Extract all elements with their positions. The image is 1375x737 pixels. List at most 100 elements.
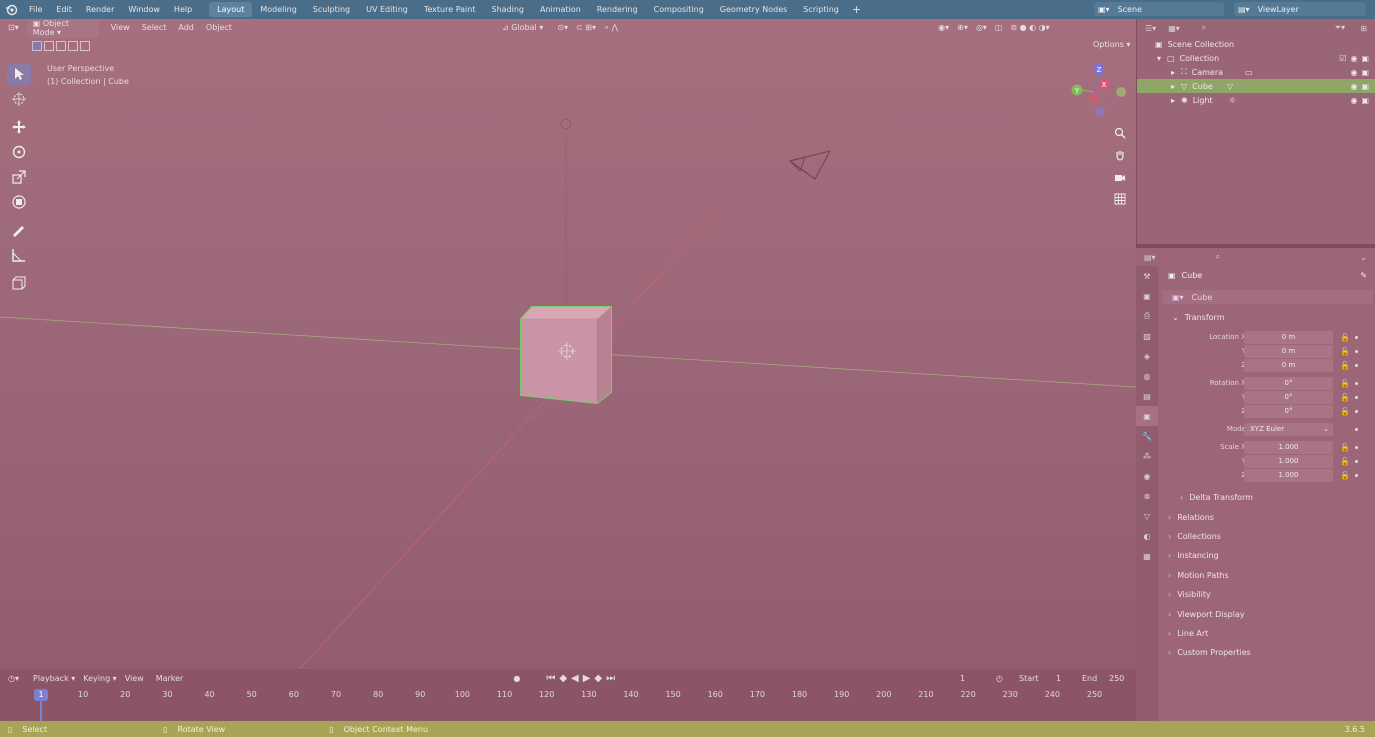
keyframe-dot-icon[interactable] xyxy=(1355,363,1358,367)
playback-controls[interactable]: ⏮◆◀▶◆⏭ xyxy=(546,673,619,684)
lock-icon[interactable]: 🔓 xyxy=(1340,347,1350,356)
transform-panel-header[interactable]: ⌄ Transform xyxy=(1162,308,1373,326)
view-layer-tab-icon[interactable]: ▨ xyxy=(1136,326,1158,346)
scene-tab-icon[interactable]: ◈ xyxy=(1136,346,1158,366)
rotation-mode-dropdown[interactable]: XYZ Euler ⌄ xyxy=(1244,422,1333,436)
menu-help[interactable]: Help xyxy=(167,5,199,14)
tab-uv-editing[interactable]: UV Editing xyxy=(358,2,416,17)
options-dropdown[interactable]: Options ▾ xyxy=(1093,40,1130,49)
clock-icon[interactable]: ◴ xyxy=(996,674,1003,683)
render-camera-icon[interactable]: ▣ xyxy=(1361,54,1369,63)
add-cube-tool[interactable] xyxy=(7,272,31,294)
tab-sculpting[interactable]: Sculpting xyxy=(305,2,358,17)
select-subtract-icon[interactable] xyxy=(56,41,66,51)
object-name-field[interactable]: ▣ Cube ✎ xyxy=(1162,266,1373,284)
location-x-field[interactable]: 0 m xyxy=(1244,330,1333,344)
rotation-y-field[interactable]: 0° xyxy=(1244,390,1333,404)
pivot-icon[interactable]: ⊙▾ xyxy=(557,23,568,32)
orientation-dropdown[interactable]: ⊿ Global ▾ xyxy=(502,23,543,32)
transform-tool[interactable] xyxy=(7,191,31,213)
custom-properties-panel[interactable]: › Custom Properties xyxy=(1162,643,1373,662)
world-tab-icon[interactable]: ◍ xyxy=(1136,366,1158,386)
annotate-tool[interactable] xyxy=(7,219,31,241)
menu-keying[interactable]: Keying ▾ xyxy=(83,674,116,683)
menu-file[interactable]: File xyxy=(22,5,49,14)
measure-tool[interactable] xyxy=(7,244,31,266)
chevron-down-icon[interactable]: ⌄ xyxy=(1360,253,1367,262)
tab-modeling[interactable]: Modeling xyxy=(252,2,304,17)
keyframe-dot-icon[interactable] xyxy=(1355,409,1358,413)
lock-icon[interactable]: 🔓 xyxy=(1340,443,1350,452)
pan-hand-icon[interactable] xyxy=(1110,145,1130,165)
tab-shading[interactable]: Shading xyxy=(483,2,532,17)
3d-viewport[interactable]: Z Y X ⊡▾ ▣ Object Mode ▾ View Select Add… xyxy=(0,19,1136,669)
scale-tool[interactable] xyxy=(7,166,31,188)
particles-tab-icon[interactable]: ⁂ xyxy=(1136,446,1158,466)
lock-icon[interactable]: 🔓 xyxy=(1340,457,1350,466)
pin-icon[interactable]: ✎ xyxy=(1360,271,1367,280)
data-tab-icon[interactable]: ▽ xyxy=(1136,506,1158,526)
line-art-panel[interactable]: › Line Art xyxy=(1162,624,1373,643)
menu-window[interactable]: Window xyxy=(121,5,167,14)
rotation-x-field[interactable]: 0° xyxy=(1244,376,1333,390)
end-field[interactable]: 250 xyxy=(1109,674,1124,683)
menu-playback[interactable]: Playback ▾ xyxy=(33,674,75,683)
tab-rendering[interactable]: Rendering xyxy=(589,2,646,17)
expand-arrow-icon[interactable]: ▸ xyxy=(1171,82,1175,91)
lock-icon[interactable]: 🔓 xyxy=(1340,333,1350,342)
menu-edit[interactable]: Edit xyxy=(49,5,79,14)
camera-view-icon[interactable] xyxy=(1110,167,1130,187)
rotation-z-field[interactable]: 0° xyxy=(1244,404,1333,418)
outliner-item-light[interactable]: ▸ ✺ Light ☼ ◉ ▣ xyxy=(1137,93,1375,107)
frame-ruler[interactable]: 10 20 30 40 50 60 70 80 90 100 110 120 130 140 150 160 1… xyxy=(0,687,1136,703)
render-tab-icon[interactable]: ▣ xyxy=(1136,286,1158,306)
menu-render[interactable]: Render xyxy=(79,5,121,14)
select-box-tool[interactable] xyxy=(7,63,31,85)
snap-icon[interactable]: ⊂ ⊞▾ xyxy=(576,23,596,32)
zoom-icon[interactable] xyxy=(1110,123,1130,143)
render-camera-icon[interactable]: ▣ xyxy=(1361,96,1369,105)
search-icon[interactable]: ⌕ xyxy=(1202,23,1206,33)
outliner-item-cube[interactable]: ▸ ▽ Cube ▽ ◉ ▣ xyxy=(1137,79,1375,93)
outliner-scene-collection[interactable]: ▣ Scene Collection xyxy=(1137,37,1375,51)
add-workspace-button[interactable]: + xyxy=(847,2,866,17)
eye-icon[interactable]: ◉ xyxy=(1350,82,1357,91)
record-icon[interactable]: ● xyxy=(513,674,520,683)
checkbox-icon[interactable]: ☑ xyxy=(1339,54,1346,63)
material-tab-icon[interactable]: ◐ xyxy=(1136,526,1158,546)
proportional-edit-icon[interactable]: ∘ ⋀ xyxy=(604,23,618,32)
keyframe-dot-icon[interactable] xyxy=(1355,349,1358,353)
lock-icon[interactable]: 🔓 xyxy=(1340,471,1350,480)
relations-panel[interactable]: › Relations xyxy=(1162,507,1373,526)
lock-icon[interactable]: 🔓 xyxy=(1340,393,1350,402)
keyframe-dot-icon[interactable] xyxy=(1355,427,1358,431)
new-collection-icon[interactable]: ⊞ xyxy=(1360,24,1367,33)
render-camera-icon[interactable]: ▣ xyxy=(1361,68,1369,77)
collections-panel[interactable]: › Collections xyxy=(1162,527,1373,546)
physics-tab-icon[interactable]: ◉ xyxy=(1136,466,1158,486)
object-datablock-field[interactable]: ▣▾ Cube xyxy=(1162,290,1373,304)
cursor-tool[interactable] xyxy=(7,88,31,110)
keyframe-dot-icon[interactable] xyxy=(1355,473,1358,477)
keyframe-dot-icon[interactable] xyxy=(1355,459,1358,463)
output-tab-icon[interactable]: ⎙ xyxy=(1136,306,1158,326)
select-extend-icon[interactable] xyxy=(44,41,54,51)
location-z-field[interactable]: 0 m xyxy=(1244,358,1333,372)
properties-search-icon[interactable]: ⌕ xyxy=(1216,252,1220,262)
eye-icon[interactable]: ◉ xyxy=(1350,68,1357,77)
keyframe-dot-icon[interactable] xyxy=(1355,395,1358,399)
mode-dropdown[interactable]: ▣ Object Mode ▾ xyxy=(26,19,99,38)
keyframe-dot-icon[interactable] xyxy=(1355,445,1358,449)
viewlayer-selector[interactable]: ▤▾ ViewLayer xyxy=(1234,2,1366,16)
constraints-tab-icon[interactable]: ⊗ xyxy=(1136,486,1158,506)
tab-layout[interactable]: Layout xyxy=(209,2,253,17)
delta-transform-panel[interactable]: › Delta Transform xyxy=(1162,488,1373,507)
tool-tab-icon[interactable]: ⚒ xyxy=(1136,266,1158,286)
keyframe-dot-icon[interactable] xyxy=(1355,335,1358,339)
blender-logo-icon[interactable] xyxy=(0,0,22,19)
eye-icon[interactable]: ◉ xyxy=(1350,54,1357,63)
menu-marker[interactable]: Marker xyxy=(156,674,184,683)
rotate-tool[interactable] xyxy=(7,141,31,163)
xray-icon[interactable]: ◫ xyxy=(995,23,1003,32)
visibility-panel[interactable]: › Visibility xyxy=(1162,585,1373,604)
